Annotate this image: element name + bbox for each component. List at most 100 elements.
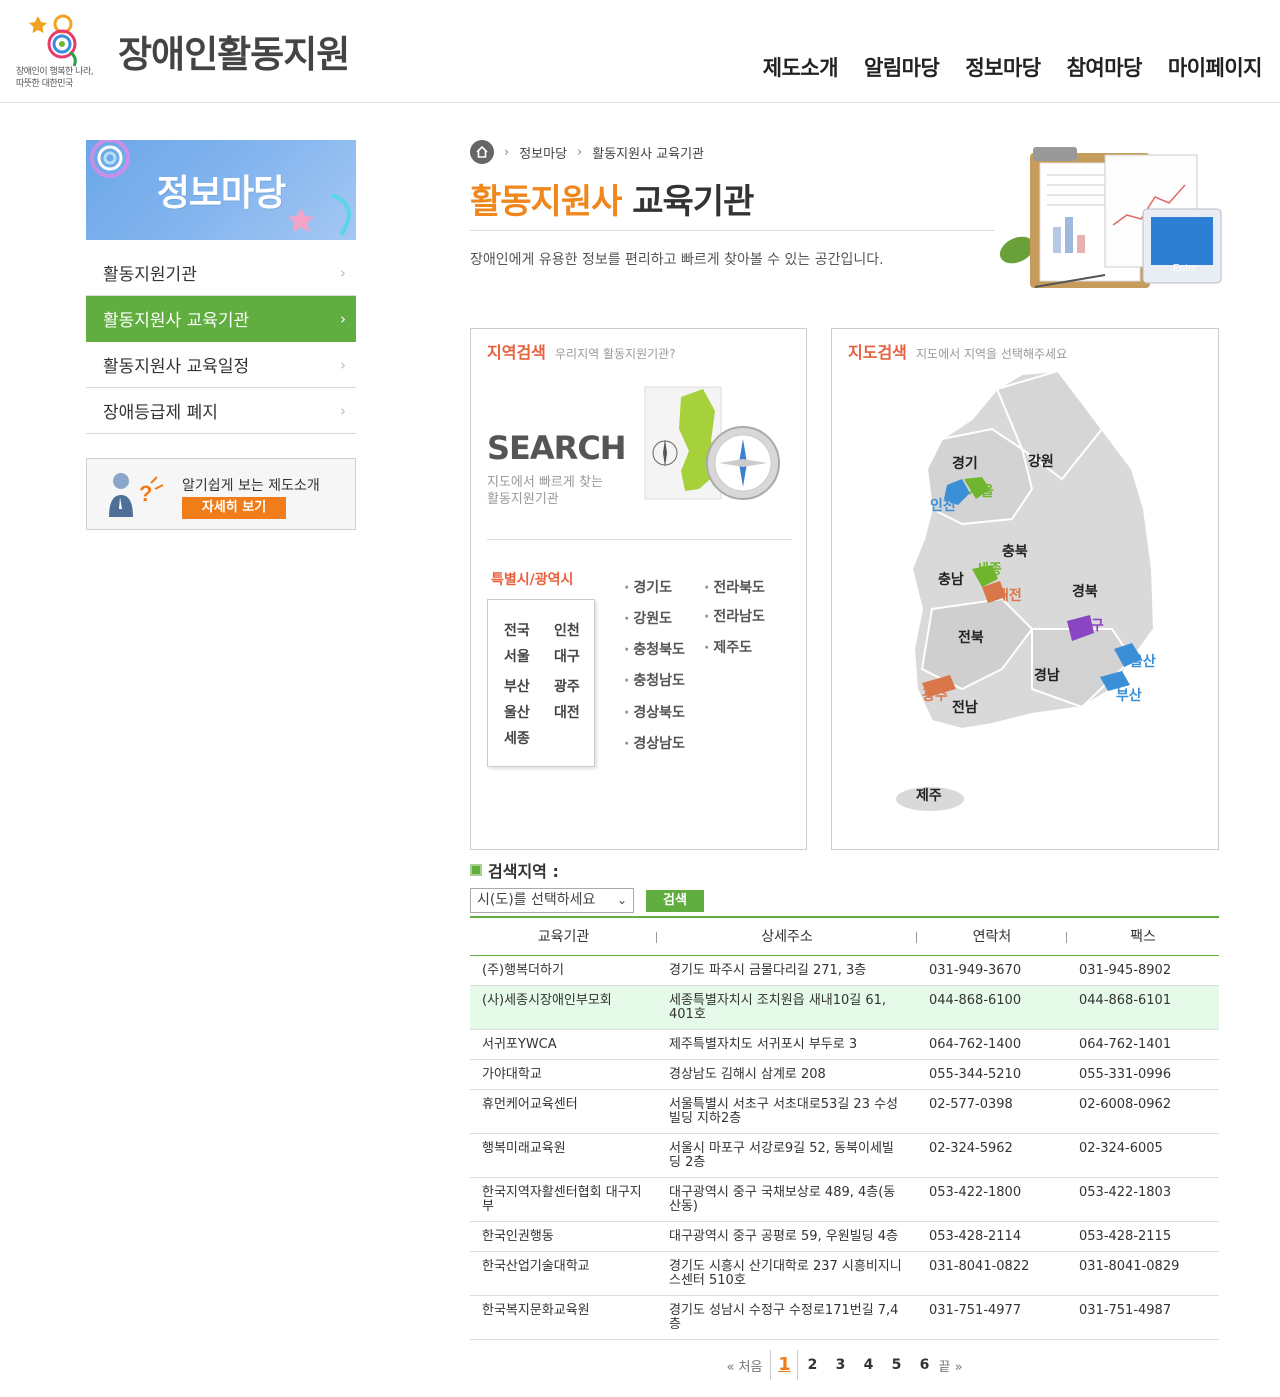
cell-fax: 031-8041-0829 — [1067, 1251, 1219, 1296]
province-gyeonggi[interactable]: 경기도 — [624, 577, 672, 597]
sidebar-banner: 정보마당 — [86, 140, 356, 240]
province-gyeongnam[interactable]: 경상남도 — [624, 733, 685, 753]
first-page-link[interactable]: « 처음 — [718, 1356, 770, 1375]
map-region-gyeongnam[interactable]: 경남 — [1034, 665, 1060, 685]
metro-city-seoul[interactable]: 서울 — [504, 646, 530, 666]
metro-city-incheon[interactable]: 인천 — [554, 620, 580, 640]
cell-address: 세종특별자치시 조치원읍 새내10길 61, 401호 — [657, 985, 917, 1030]
map-region-ulsan[interactable]: 울산 — [1130, 651, 1156, 671]
table-row[interactable]: 한국복지문화교육원 경기도 성남시 수정구 수정로171번길 7,4층 031-75… — [470, 1295, 1219, 1340]
metro-city-ulsan[interactable]: 울산 — [504, 702, 530, 722]
breadcrumb-item[interactable]: 활동지원사 교육기관 — [592, 143, 704, 162]
site-title[interactable]: 장애인활동지원 — [118, 24, 350, 78]
page-description: 장애인에게 유용한 정보를 편리하고 빠르게 찾아볼 수 있는 공간입니다. — [470, 252, 884, 268]
page-5-link[interactable]: 5 — [882, 1357, 910, 1373]
page-3-link[interactable]: 3 — [826, 1357, 854, 1373]
province-chungbuk[interactable]: 충청북도 — [624, 639, 685, 659]
map-region-jeju[interactable]: 제주 — [916, 785, 942, 805]
cell-institution: 한국지역자활센터협회 대구지부 — [470, 1177, 657, 1222]
cell-institution: (사)세종시장애인부모회 — [470, 985, 657, 1030]
page-1-link[interactable]: 1 — [770, 1350, 799, 1380]
korea-map-icon — [896, 369, 1156, 811]
nav-item-participation[interactable]: 참여마당 — [1067, 52, 1143, 82]
cell-phone: 053-428-2114 — [917, 1221, 1067, 1252]
cell-address: 제주특별자치도 서귀포시 부두로 3 — [657, 1029, 917, 1060]
sidebar-item-label: 활동지원사 교육기관 — [103, 311, 250, 331]
page-2-link[interactable]: 2 — [798, 1357, 826, 1373]
map-region-gyeonggi[interactable]: 경기 — [952, 453, 978, 473]
map-region-seoul[interactable]: 서울 — [968, 481, 994, 501]
system-guide-box: ? 알기쉽게 보는 제도소개 자세히 보기 — [86, 458, 356, 530]
sidebar-item-grade-abolition[interactable]: 장애등급제 폐지 › — [86, 388, 356, 434]
table-row[interactable]: (사)세종시장애인부모회 세종특별자치시 조치원읍 새내10길 61, 401호 0… — [470, 985, 1219, 1030]
table-row[interactable]: 서귀포YWCA 제주특별자치도 서귀포시 부두로 3 064-762-1400 064… — [470, 1029, 1219, 1060]
map-region-gwangju[interactable]: 광주 — [922, 685, 948, 705]
table-row[interactable]: 가야대학교 경상남도 김해시 삼계로 208 055-344-5210 055-331… — [470, 1059, 1219, 1090]
table-row[interactable]: 한국인권행동 대구광역시 중구 공평로 59, 우원빌딩 4층 053-428-21… — [470, 1221, 1219, 1252]
page-4-link[interactable]: 4 — [854, 1357, 882, 1373]
sidebar-item-label: 활동지원사 교육일정 — [103, 357, 250, 377]
page-title-highlight: 활동지원사 — [470, 182, 622, 222]
sidebar-item-agencies[interactable]: 활동지원기관 › — [86, 250, 356, 296]
cell-fax: 031-751-4987 — [1067, 1295, 1219, 1340]
map-region-jeonbuk[interactable]: 전북 — [958, 627, 984, 647]
search-button[interactable]: 검색 — [646, 890, 704, 912]
province-gangwon[interactable]: 강원도 — [624, 608, 672, 628]
last-page-link[interactable]: 끝 » — [938, 1356, 970, 1375]
metro-city-daegu[interactable]: 대구 — [554, 646, 580, 666]
home-icon[interactable] — [470, 140, 494, 164]
map-region-sejong[interactable]: 세종 — [976, 559, 1002, 579]
map-region-gangwon[interactable]: 강원 — [1028, 451, 1054, 471]
map-search-panel: 지도검색 지도에서 지역을 선택해주세요 경기 강원 인천 서울 충북 충남 세… — [831, 328, 1219, 850]
nav-item-mypage[interactable]: 마이페이지 — [1168, 52, 1263, 82]
map-region-busan[interactable]: 부산 — [1116, 685, 1142, 705]
table-row[interactable]: 한국지역자활센터협회 대구지부 대구광역시 중구 국채보상로 489, 4층(동산… — [470, 1177, 1219, 1222]
province-jeju[interactable]: 제주도 — [704, 637, 752, 657]
map-region-incheon[interactable]: 인천 — [930, 495, 956, 515]
table-row[interactable]: 휴먼케어교육센터 서울특별시 서초구 서초대로53길 23 수성빌딩 지하2층 02… — [470, 1089, 1219, 1134]
table-row[interactable]: 한국산업기술대학교 경기도 시흥시 산기대학로 237 시흥비지니스센터 510호… — [470, 1251, 1219, 1296]
cell-phone: 031-751-4977 — [917, 1295, 1067, 1340]
cell-fax: 031-945-8902 — [1067, 955, 1219, 986]
map-region-jeonnam[interactable]: 전남 — [952, 697, 978, 717]
cell-fax: 064-762-1401 — [1067, 1029, 1219, 1060]
nav-item-notice[interactable]: 알림마당 — [864, 52, 940, 82]
table-header-row: 교육기관 상세주소 연락처 팩스 — [470, 917, 1219, 956]
search-word: SEARCH — [487, 429, 627, 467]
metro-city-daejeon[interactable]: 대전 — [554, 702, 580, 722]
map-region-gyeongbuk[interactable]: 경북 — [1072, 581, 1098, 601]
province-gyeongbuk[interactable]: 경상북도 — [624, 702, 685, 722]
breadcrumb-item[interactable]: 정보마당 — [519, 143, 567, 162]
sidebar-item-training-schedule[interactable]: 활동지원사 교육일정 › — [86, 342, 356, 388]
province-chungnam[interactable]: 충청남도 — [624, 670, 685, 690]
page-6-link[interactable]: 6 — [910, 1357, 938, 1373]
map-region-daegu[interactable]: 대구 — [1078, 615, 1104, 635]
province-jeonnam[interactable]: 전라남도 — [704, 606, 765, 626]
province-jeonbuk[interactable]: 전라북도 — [704, 577, 765, 597]
cell-address: 경상남도 김해시 삼계로 208 — [657, 1059, 917, 1090]
sidebar-item-training-institutions[interactable]: 활동지원사 교육기관 › — [86, 296, 356, 342]
metro-city-nationwide[interactable]: 전국 — [504, 620, 530, 640]
metro-city-gwangju[interactable]: 광주 — [554, 676, 580, 696]
cell-institution: 한국복지문화교육원 — [470, 1295, 657, 1340]
map-region-chungbuk[interactable]: 충북 — [1002, 541, 1028, 561]
nav-item-system[interactable]: 제도소개 — [763, 52, 839, 82]
metro-city-sejong[interactable]: 세종 — [504, 728, 530, 748]
enter-key-label: Enter — [1173, 263, 1198, 274]
table-row[interactable]: 행복미래교육원 서울시 마포구 서강로9길 52, 동북이세빌딩 2층 02-324… — [470, 1133, 1219, 1178]
cell-institution: 행복미래교육원 — [470, 1133, 657, 1178]
map-region-daejeon[interactable]: 대전 — [996, 585, 1022, 605]
map-region-chungnam[interactable]: 충남 — [938, 569, 964, 589]
metro-city-busan[interactable]: 부산 — [504, 676, 530, 696]
nav-item-info[interactable]: 정보마당 — [965, 52, 1041, 82]
region-select[interactable]: 시(도)를 선택하세요 ⌄ — [470, 888, 634, 913]
table-row[interactable]: (주)행복더하기 경기도 파주시 금물다리길 271, 3층 031-949-367… — [470, 955, 1219, 986]
cell-phone: 055-344-5210 — [917, 1059, 1067, 1090]
cell-address: 서울특별시 서초구 서초대로53길 23 수성빌딩 지하2층 — [657, 1089, 917, 1134]
chevron-down-icon: ⌄ — [616, 893, 627, 907]
view-details-button[interactable]: 자세히 보기 — [182, 497, 286, 519]
page-title: 활동지원사 교육기관 — [470, 174, 754, 223]
column-header-label: 연락처 — [972, 929, 1012, 946]
cell-phone: 031-949-3670 — [917, 955, 1067, 986]
search-region-text: 검색지역 : — [488, 862, 559, 881]
